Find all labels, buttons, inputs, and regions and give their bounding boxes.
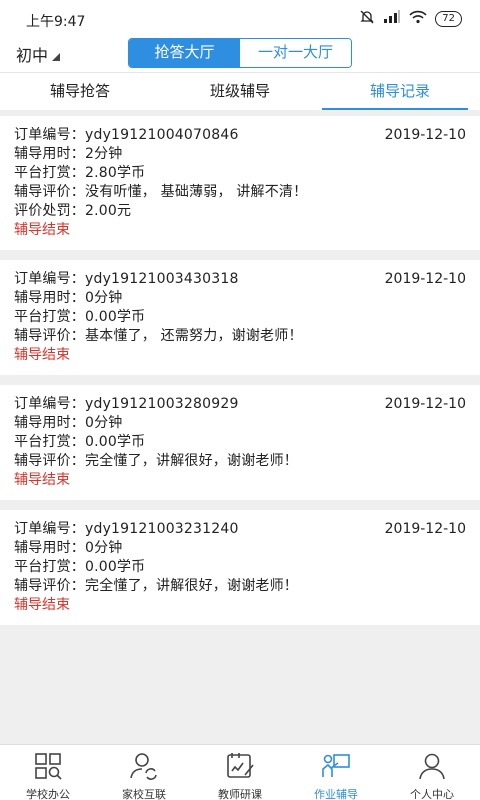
- record-date: 2019-12-10: [384, 271, 466, 287]
- duration-label: 辅导用时：: [14, 415, 85, 431]
- duration-label: 辅导用时：: [14, 146, 85, 162]
- person-icon: [419, 753, 445, 780]
- status-text: 辅导结束: [14, 347, 70, 363]
- tab-tutoring-answer[interactable]: 辅导抢答: [0, 73, 160, 110]
- tab-class-tutoring[interactable]: 班级辅导: [160, 73, 320, 110]
- tab-tutoring-records[interactable]: 辅导记录: [320, 73, 480, 110]
- nav-school-office[interactable]: 学校办公: [0, 745, 96, 800]
- review-value: 完全懂了，讲解很好，谢谢老师！: [85, 453, 298, 469]
- review-label: 辅导评价：: [14, 184, 85, 200]
- duration-value: 2分钟: [85, 146, 123, 162]
- duration-row: 辅导用时：0分钟: [14, 414, 466, 433]
- duration-label: 辅导用时：: [14, 290, 85, 306]
- teacher-board-icon: [322, 754, 350, 777]
- reward-value: 0.00学币: [85, 434, 146, 450]
- dropdown-triangle-icon: [52, 53, 61, 61]
- review-value: 没有听懂， 基础薄弱， 讲解不清！: [85, 184, 308, 200]
- reward-label: 平台打赏：: [14, 165, 85, 181]
- status-bar: 上午9:47 72: [0, 0, 480, 36]
- record-date: 2019-12-10: [384, 521, 466, 537]
- wifi-icon: [409, 10, 427, 27]
- review-label: 辅导评价：: [14, 578, 85, 594]
- grade-selector[interactable]: 初中: [16, 42, 61, 66]
- reward-row: 平台打赏：0.00学币: [14, 308, 466, 327]
- nav-homework-tutoring[interactable]: 作业辅导: [288, 745, 384, 800]
- reward-row: 平台打赏：0.00学币: [14, 558, 466, 577]
- mute-icon: [359, 9, 375, 28]
- order-number: ydy19121003280929: [85, 396, 239, 412]
- reward-row: 平台打赏：2.80学币: [14, 164, 466, 183]
- notebook-pen-icon: [227, 753, 254, 778]
- duration-value: 0分钟: [85, 540, 123, 556]
- records-list: 订单编号：ydy19121004070846 2019-12-10 辅导用时：2…: [0, 116, 480, 635]
- reward-label: 平台打赏：: [14, 309, 85, 325]
- nav-label: 个人中心: [410, 788, 454, 800]
- review-row: 辅导评价：完全懂了，讲解很好，谢谢老师！: [14, 452, 466, 471]
- hall-segment-control: 抢答大厅 一对一大厅: [128, 38, 352, 68]
- reward-value: 2.80学币: [85, 165, 146, 181]
- duration-label: 辅导用时：: [14, 540, 85, 556]
- user-sync-icon: [130, 753, 157, 780]
- review-row: 辅导评价：没有听懂， 基础薄弱， 讲解不清！: [14, 183, 466, 202]
- status-text: 辅导结束: [14, 222, 70, 238]
- bottom-nav: 学校办公 家校互联 教师研课 作业辅导 个人中心: [0, 744, 480, 800]
- reward-label: 平台打赏：: [14, 434, 85, 450]
- review-value: 基本懂了， 还需努力，谢谢老师！: [85, 328, 303, 344]
- nav-label: 作业辅导: [314, 788, 358, 800]
- duration-value: 0分钟: [85, 290, 123, 306]
- record-date: 2019-12-10: [384, 127, 466, 143]
- duration-row: 辅导用时：0分钟: [14, 289, 466, 308]
- record-card[interactable]: 订单编号：ydy19121003280929 2019-12-10 辅导用时：0…: [0, 385, 480, 500]
- review-row: 辅导评价：完全懂了，讲解很好，谢谢老师！: [14, 577, 466, 596]
- nav-teacher-lessons[interactable]: 教师研课: [192, 745, 288, 800]
- nav-label: 学校办公: [26, 788, 70, 800]
- review-label: 辅导评价：: [14, 328, 85, 344]
- order-number: ydy19121003231240: [85, 521, 239, 537]
- order-label: 订单编号：: [14, 127, 85, 143]
- record-card[interactable]: 订单编号：ydy19121004070846 2019-12-10 辅导用时：2…: [0, 116, 480, 250]
- review-row: 辅导评价：基本懂了， 还需努力，谢谢老师！: [14, 327, 466, 346]
- reward-value: 0.00学币: [85, 309, 146, 325]
- grade-label: 初中: [16, 46, 49, 65]
- order-number: ydy19121004070846: [85, 127, 239, 143]
- status-text: 辅导结束: [14, 472, 70, 488]
- reward-value: 0.00学币: [85, 559, 146, 575]
- order-label: 订单编号：: [14, 521, 85, 537]
- penalty-row: 评价处罚：2.00元: [14, 202, 466, 221]
- review-label: 辅导评价：: [14, 453, 85, 469]
- segment-one-on-one-hall[interactable]: 一对一大厅: [240, 39, 351, 67]
- segment-answer-hall[interactable]: 抢答大厅: [129, 39, 240, 67]
- record-card[interactable]: 订单编号：ydy19121003430318 2019-12-10 辅导用时：0…: [0, 260, 480, 375]
- reward-row: 平台打赏：0.00学币: [14, 433, 466, 452]
- order-label: 订单编号：: [14, 271, 85, 287]
- status-text: 辅导结束: [14, 597, 70, 613]
- tab-bar: 辅导抢答 班级辅导 辅导记录: [0, 72, 480, 110]
- order-label: 订单编号：: [14, 396, 85, 412]
- grid-search-icon: [35, 753, 62, 780]
- review-value: 完全懂了，讲解很好，谢谢老师！: [85, 578, 298, 594]
- signal-icon: [383, 10, 401, 27]
- nav-label: 教师研课: [218, 788, 262, 800]
- nav-home-school[interactable]: 家校互联: [96, 745, 192, 800]
- nav-label: 家校互联: [122, 788, 166, 800]
- record-date: 2019-12-10: [384, 396, 466, 412]
- duration-value: 0分钟: [85, 415, 123, 431]
- nav-personal-center[interactable]: 个人中心: [384, 745, 480, 800]
- penalty-label: 评价处罚：: [14, 203, 85, 219]
- battery-icon: 72: [435, 10, 462, 27]
- order-number: ydy19121003430318: [85, 271, 239, 287]
- duration-row: 辅导用时：0分钟: [14, 539, 466, 558]
- record-card[interactable]: 订单编号：ydy19121003231240 2019-12-10 辅导用时：0…: [0, 510, 480, 625]
- duration-row: 辅导用时：2分钟: [14, 145, 466, 164]
- top-bar: 初中 抢答大厅 一对一大厅: [0, 36, 480, 72]
- penalty-value: 2.00元: [85, 203, 132, 219]
- status-time: 上午9:47: [26, 14, 86, 30]
- status-icons: 72: [359, 9, 462, 28]
- reward-label: 平台打赏：: [14, 559, 85, 575]
